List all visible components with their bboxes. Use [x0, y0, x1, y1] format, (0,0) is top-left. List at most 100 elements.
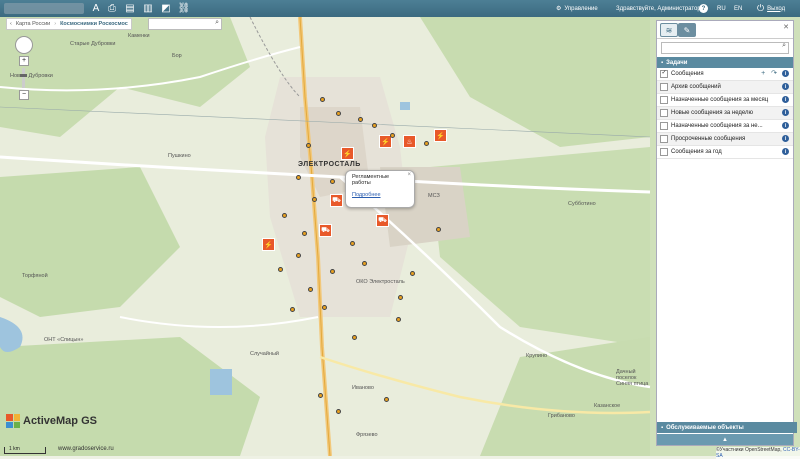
info-icon[interactable]: i [782, 135, 789, 142]
map-point[interactable] [352, 335, 357, 340]
map-point[interactable] [296, 175, 301, 180]
map-point[interactable] [390, 133, 395, 138]
place-label: Каменки [128, 33, 150, 39]
work-marker[interactable]: ⛟ [330, 194, 343, 207]
lang-ru-link[interactable]: RU [717, 0, 726, 17]
popup-details-link[interactable]: Подробнее [352, 192, 408, 198]
row-actions[interactable]: + ↷ [761, 69, 779, 77]
chevron-up-icon: ▲ [722, 436, 728, 443]
map-search-input[interactable]: ⌕ [148, 18, 222, 30]
chevron-left-icon[interactable]: ‹ [10, 21, 12, 27]
site-link[interactable]: www.gradoservice.ru [58, 446, 114, 452]
management-link[interactable]: ⚙ Управление [556, 0, 598, 17]
print-icon[interactable]: ⎙ [106, 2, 118, 14]
pencil-icon: ✎ [683, 25, 691, 35]
close-icon[interactable]: × [407, 172, 411, 178]
link-icon[interactable]: ⛓ [178, 2, 191, 14]
place-label: МСЗ [428, 193, 440, 199]
object-popup: × Регламентные работы Подробнее [345, 170, 415, 208]
work-marker[interactable]: ⛟ [319, 224, 332, 237]
task-row[interactable]: Новые сообщения за неделю i [657, 107, 793, 120]
map-point[interactable] [318, 393, 323, 398]
place-label: ОНТ «Спицын» [44, 337, 84, 343]
search-icon[interactable]: ⌕ [782, 42, 786, 50]
task-checkbox[interactable] [660, 83, 668, 91]
task-checkbox[interactable] [660, 96, 668, 104]
map-point[interactable] [322, 305, 327, 310]
zoom-in-button[interactable]: + [19, 56, 29, 66]
map-point[interactable] [396, 317, 401, 322]
breadcrumb-item[interactable]: Карта России [16, 21, 50, 27]
map-point[interactable] [410, 271, 415, 276]
work-marker[interactable]: ⚡ [262, 238, 275, 251]
zoom-slider[interactable] [19, 68, 27, 88]
map-point[interactable] [302, 231, 307, 236]
work-marker[interactable]: ⚡ [434, 129, 447, 142]
map-point[interactable] [312, 197, 317, 202]
info-icon[interactable]: i [782, 109, 789, 116]
map-point[interactable] [336, 409, 341, 414]
task-row[interactable]: Сообщения за год i [657, 146, 793, 159]
layers-tool-icon[interactable]: ◩ [160, 2, 172, 14]
map-point[interactable] [306, 143, 311, 148]
panel-tabs: ≋ ✎ ✕ [657, 21, 793, 39]
map-point[interactable] [372, 123, 377, 128]
task-row[interactable]: Архив сообщений i [657, 81, 793, 94]
pan-control[interactable] [15, 36, 33, 54]
work-marker[interactable]: ⚡ [341, 147, 354, 160]
panel-close-icon[interactable]: ✕ [783, 23, 789, 31]
document-icon[interactable]: ▤ [124, 2, 136, 14]
section-objects-header[interactable]: ▪ Обслуживаемые объекты [657, 422, 797, 433]
map-point[interactable] [384, 397, 389, 402]
layers-icon: ≋ [665, 25, 673, 35]
map-point[interactable] [296, 253, 301, 258]
zoom-slider-thumb[interactable] [19, 74, 27, 77]
info-icon[interactable]: i [782, 83, 789, 90]
map-point[interactable] [398, 295, 403, 300]
task-checkbox[interactable] [660, 109, 668, 117]
map-point[interactable] [436, 227, 441, 232]
map-point[interactable] [278, 267, 283, 272]
draw-icon[interactable]: A [90, 2, 102, 14]
task-checkbox[interactable] [660, 148, 668, 156]
section-tasks-header[interactable]: ▪ Задачи [657, 57, 793, 68]
layers-tab[interactable]: ≋ [660, 23, 678, 37]
work-marker[interactable]: ⛟ [376, 214, 389, 227]
panel-search-input[interactable]: ⌕ [661, 42, 789, 54]
app-title-placeholder [4, 3, 84, 14]
task-checkbox[interactable] [660, 122, 668, 130]
map-point[interactable] [362, 261, 367, 266]
task-checkbox[interactable] [660, 135, 668, 143]
map-point[interactable] [424, 141, 429, 146]
zoom-out-button[interactable]: − [19, 90, 29, 100]
map-point[interactable] [290, 307, 295, 312]
map-point[interactable] [350, 241, 355, 246]
info-icon[interactable]: i [782, 148, 789, 155]
map-point[interactable] [330, 269, 335, 274]
info-icon[interactable]: i [782, 70, 789, 77]
task-checkbox[interactable]: ✓ [660, 70, 668, 78]
panel-collapse-button[interactable]: ▲ [657, 434, 793, 445]
map-point[interactable] [308, 287, 313, 292]
task-row[interactable]: Назначенные сообщения за не... i [657, 120, 793, 133]
chart-icon[interactable]: ▥ [142, 2, 154, 14]
breadcrumb-current[interactable]: Космоснимки Роскосмос [60, 21, 128, 27]
task-row[interactable]: Просроченные сообщения i [657, 133, 793, 146]
lang-en-link[interactable]: EN [734, 0, 742, 17]
logout-button[interactable]: ⏻ Выход [757, 0, 785, 17]
info-icon[interactable]: i [782, 96, 789, 103]
edit-tab[interactable]: ✎ [678, 23, 696, 37]
work-marker[interactable]: ♨ [403, 135, 416, 148]
map-point[interactable] [358, 117, 363, 122]
help-button[interactable]: ? [699, 0, 708, 17]
info-icon[interactable]: i [782, 122, 789, 129]
place-label: Случайный [250, 351, 279, 357]
place-label: Субботино [568, 201, 596, 207]
task-row[interactable]: ✓ Сообщения + ↷ i [657, 68, 793, 81]
search-icon[interactable]: ⌕ [215, 19, 219, 27]
task-row[interactable]: Назначенные сообщения за месяц i [657, 94, 793, 107]
map-point[interactable] [330, 179, 335, 184]
map-point[interactable] [282, 213, 287, 218]
map-point[interactable] [320, 97, 325, 102]
map-point[interactable] [336, 111, 341, 116]
